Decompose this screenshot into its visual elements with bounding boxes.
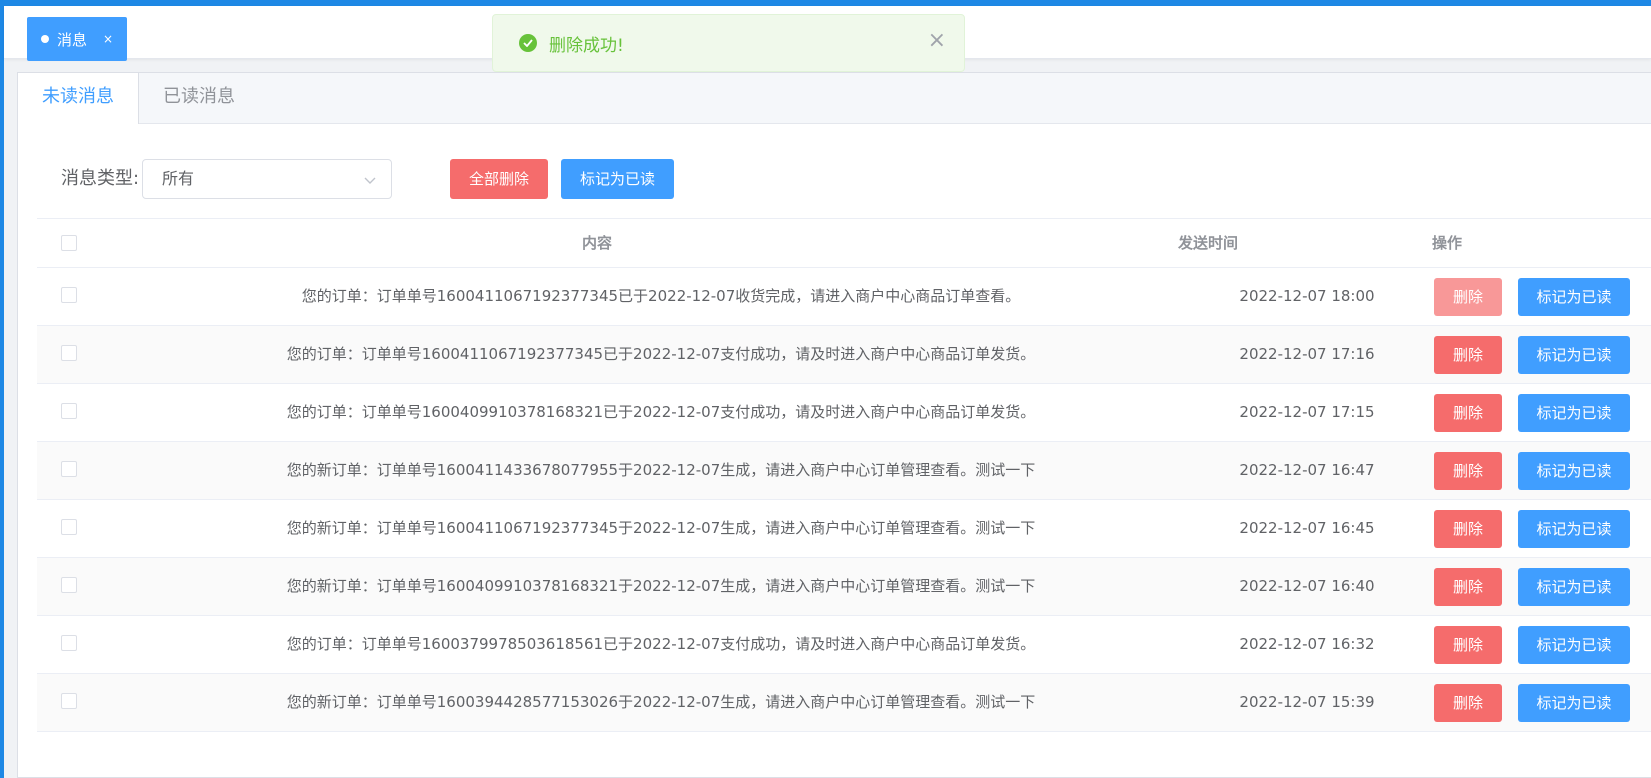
success-toast: 删除成功! × [492,14,965,72]
message-content: 您的新订单：订单单号1600411433678077955于2022-12-07… [286,461,1036,479]
delete-button[interactable]: 删除 [1434,278,1502,316]
delete-button[interactable]: 删除 [1434,452,1502,490]
mark-read-button[interactable]: 标记为已读 [1518,394,1630,432]
message-type-label: 消息类型: [61,168,140,189]
message-time: 2022-12-07 18:00 [1239,287,1375,305]
mark-read-button[interactable]: 标记为已读 [1518,684,1630,722]
chevron-down-icon [363,172,377,191]
message-content: 您的订单：订单单号1600411067192377345已于2022-12-07… [286,345,1036,363]
toast-message: 删除成功! [549,35,624,56]
filter-toolbar: 消息类型: 所有 全部删除 标记为已读 [18,159,1651,199]
row-checkbox[interactable] [61,635,77,651]
delete-button[interactable]: 删除 [1434,626,1502,664]
message-content: 您的新订单：订单单号1600409910378168321于2022-12-07… [286,577,1036,595]
row-checkbox[interactable] [61,345,77,361]
message-time: 2022-12-07 16:45 [1239,519,1375,537]
mark-read-button[interactable]: 标记为已读 [1518,336,1630,374]
mark-read-button[interactable]: 标记为已读 [1518,278,1630,316]
table-row: 您的订单：订单单号1600411067192377345已于2022-12-07… [37,268,1651,326]
message-content: 您的订单：订单单号1600409910378168321已于2022-12-07… [286,403,1036,421]
message-content: 您的新订单：订单单号1600411067192377345于2022-12-07… [286,519,1036,537]
toast-close-icon[interactable]: × [928,30,946,52]
message-content: 您的订单：订单单号1600411067192377345已于2022-12-07… [301,287,1021,305]
table-row: 您的订单：订单单号1600409910378168321已于2022-12-07… [37,384,1651,442]
message-time: 2022-12-07 16:40 [1239,577,1375,595]
message-time: 2022-12-07 16:47 [1239,461,1375,479]
delete-button[interactable]: 删除 [1434,336,1502,374]
table-row: 您的新订单：订单单号1600411067192377345于2022-12-07… [37,500,1651,558]
tab-read[interactable]: 已读消息 [139,73,259,124]
mark-all-read-button[interactable]: 标记为已读 [561,159,674,199]
table-row: 您的订单：订单单号1600379978503618561已于2022-12-07… [37,616,1651,674]
mark-read-button[interactable]: 标记为已读 [1518,510,1630,548]
row-checkbox[interactable] [61,403,77,419]
delete-button[interactable]: 删除 [1434,394,1502,432]
row-checkbox[interactable] [61,287,77,303]
table-header: 内容 发送时间 操作 [37,218,1651,268]
message-type-select[interactable]: 所有 [142,159,392,199]
success-check-icon [519,34,537,52]
select-all-checkbox[interactable] [61,235,77,251]
table-row: 您的新订单：订单单号1600409910378168321于2022-12-07… [37,558,1651,616]
mark-read-button[interactable]: 标记为已读 [1518,626,1630,664]
table-row: 您的订单：订单单号1600411067192377345已于2022-12-07… [37,326,1651,384]
header-time: 发送时间 [1178,234,1239,252]
mark-read-button[interactable]: 标记为已读 [1518,452,1630,490]
message-time: 2022-12-07 17:16 [1239,345,1375,363]
delete-button[interactable]: 删除 [1434,684,1502,722]
table-row: 您的新订单：订单单号1600394428577153026于2022-12-07… [37,674,1651,732]
delete-all-button[interactable]: 全部删除 [450,159,548,199]
row-checkbox[interactable] [61,519,77,535]
message-content: 您的新订单：订单单号1600394428577153026于2022-12-07… [286,693,1036,711]
tabs-header: 未读消息 已读消息 [18,73,1651,124]
message-time: 2022-12-07 16:32 [1239,635,1375,653]
active-dot-icon [41,35,49,43]
table-body: 您的订单：订单单号1600411067192377345已于2022-12-07… [37,268,1651,732]
message-type-value: 所有 [162,169,195,188]
tag-label: 消息 [57,30,88,49]
table-row: 您的新订单：订单单号1600411433678077955于2022-12-07… [37,442,1651,500]
tag-messages[interactable]: 消息 × [27,17,127,61]
tab-unread[interactable]: 未读消息 [18,73,139,124]
row-checkbox[interactable] [61,461,77,477]
message-content: 您的订单：订单单号1600379978503618561已于2022-12-07… [286,635,1036,653]
header-content: 内容 [582,234,613,252]
tag-close-icon[interactable]: × [103,32,113,46]
left-accent-strip [0,6,4,778]
row-checkbox[interactable] [61,693,77,709]
message-time: 2022-12-07 17:15 [1239,403,1375,421]
messages-table: 内容 发送时间 操作 您的订单：订单单号1600411067192377345已… [37,218,1651,732]
message-time: 2022-12-07 15:39 [1239,693,1375,711]
delete-button[interactable]: 删除 [1434,568,1502,606]
delete-button[interactable]: 删除 [1434,510,1502,548]
messages-card: 未读消息 已读消息 消息类型: 所有 全部删除 标记为已读 内容 发送时间 操作… [17,72,1651,778]
row-checkbox[interactable] [61,577,77,593]
header-actions: 操作 [1432,234,1463,252]
mark-read-button[interactable]: 标记为已读 [1518,568,1630,606]
